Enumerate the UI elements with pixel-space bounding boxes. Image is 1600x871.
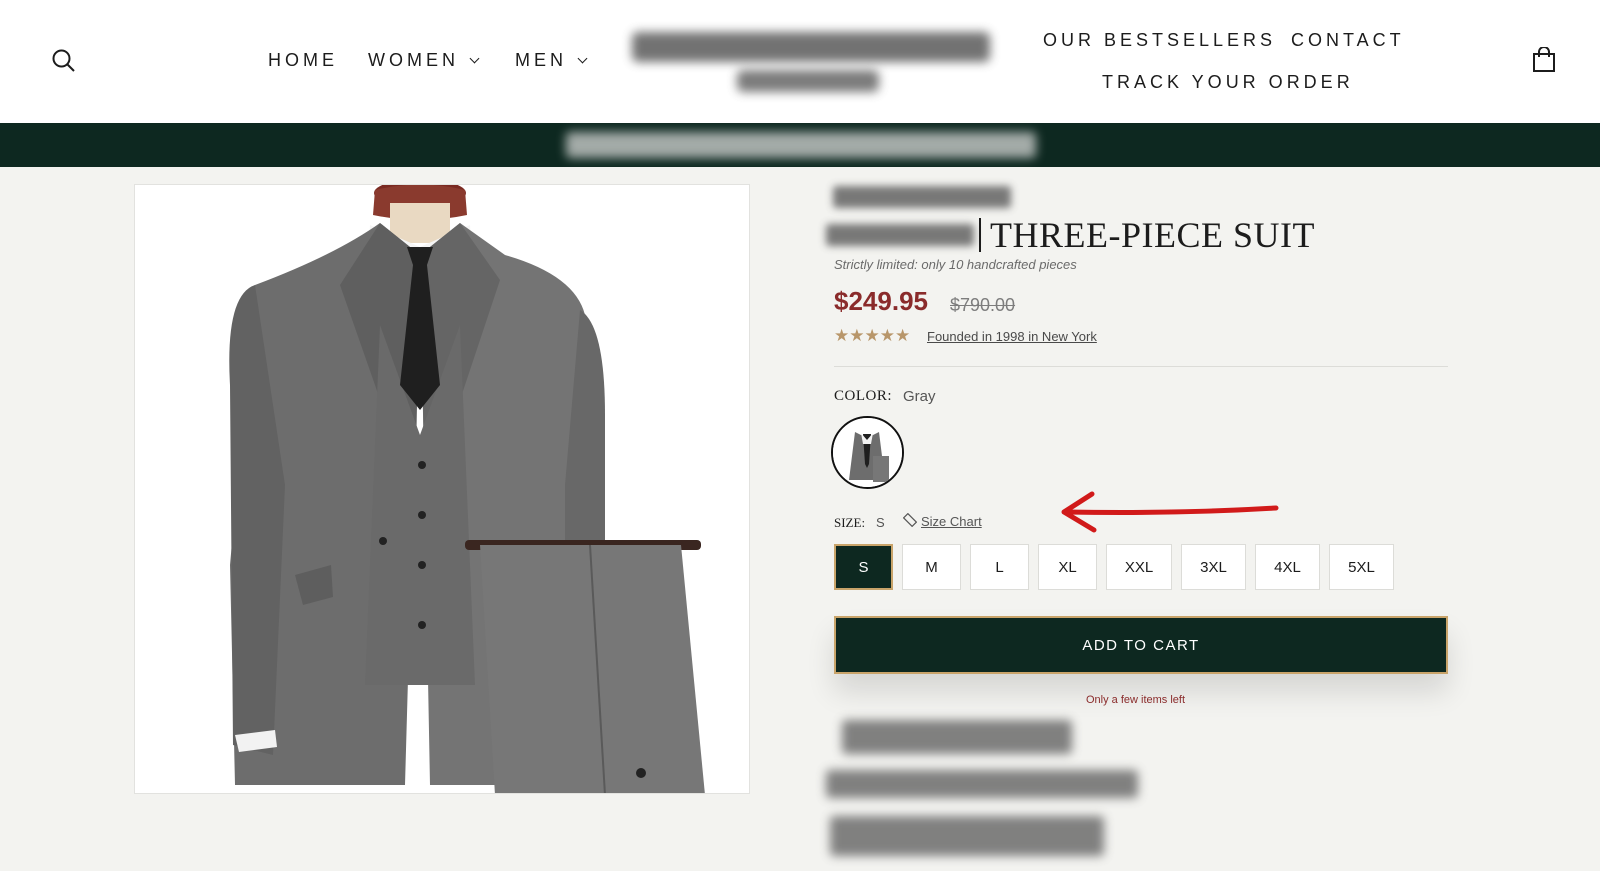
shopping-bag-icon[interactable]	[1532, 46, 1556, 73]
description-blurred-2	[826, 770, 1138, 798]
title-separator	[979, 218, 981, 252]
brand-name-blurred-2	[826, 224, 974, 246]
size-option-s[interactable]: S	[834, 544, 893, 590]
color-swatch-gray[interactable]	[831, 416, 904, 489]
add-to-cart-button[interactable]: ADD TO CART	[834, 616, 1448, 674]
size-option-l[interactable]: L	[970, 544, 1029, 590]
size-label: SIZE:	[834, 515, 866, 530]
nav-track-your-order[interactable]: TRACK YOUR ORDER	[1102, 72, 1354, 93]
nav-women[interactable]: WOMEN	[368, 50, 480, 71]
color-label: COLOR:	[834, 388, 893, 404]
site-logo-blurred[interactable]	[632, 28, 990, 96]
chevron-down-icon	[577, 53, 588, 64]
site-header: HOME WOMEN MEN OUR BESTSELLERS CONTACT T…	[0, 0, 1600, 123]
annotation-arrow-icon	[1058, 490, 1280, 534]
announcement-bar	[0, 123, 1600, 167]
size-option-m[interactable]: M	[902, 544, 961, 590]
divider	[834, 366, 1448, 367]
size-option-xxl[interactable]: XXL	[1106, 544, 1172, 590]
nav-our-bestsellers[interactable]: OUR BESTSELLERS	[1043, 30, 1276, 51]
description-blurred-3	[830, 816, 1104, 856]
limited-note: Strictly limited: only 10 handcrafted pi…	[834, 257, 1077, 272]
announcement-text-blurred	[566, 132, 1036, 158]
brand-name-blurred	[833, 186, 1011, 208]
product-title: THREE-PIECE SUIT	[990, 215, 1315, 255]
ruler-icon	[902, 512, 918, 530]
search-icon[interactable]	[51, 48, 77, 74]
size-option-3xl[interactable]: 3XL	[1181, 544, 1246, 590]
nav-home[interactable]: HOME	[268, 50, 338, 71]
rating-stars: ★★★★★	[834, 326, 911, 345]
size-value: S	[876, 515, 885, 530]
compare-price: $790.00	[950, 295, 1016, 315]
nav-men[interactable]: MEN	[515, 50, 588, 71]
color-value: Gray	[903, 388, 936, 405]
size-option-xl[interactable]: XL	[1038, 544, 1097, 590]
nav-contact[interactable]: CONTACT	[1291, 30, 1405, 51]
size-option-5xl[interactable]: 5XL	[1329, 544, 1394, 590]
founded-link[interactable]: Founded in 1998 in New York	[927, 329, 1097, 344]
sale-price: $249.95	[834, 286, 928, 316]
size-option-4xl[interactable]: 4XL	[1255, 544, 1320, 590]
product-image[interactable]	[134, 184, 750, 794]
description-blurred-1	[842, 720, 1072, 754]
chevron-down-icon	[469, 53, 480, 64]
stock-note: Only a few items left	[1086, 694, 1186, 706]
size-chart-link[interactable]: Size Chart	[902, 512, 982, 530]
